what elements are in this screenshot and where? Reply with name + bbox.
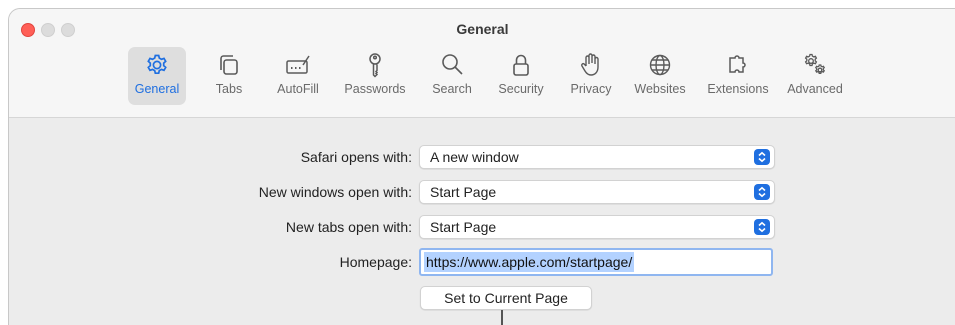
tab-search-label: Search xyxy=(432,82,472,96)
chevron-updown-icon xyxy=(754,184,770,200)
set-to-current-page-button[interactable]: Set to Current Page xyxy=(420,286,592,310)
tab-tabs[interactable]: Tabs xyxy=(208,47,250,105)
safari-opens-select[interactable]: A new window xyxy=(419,145,775,169)
tab-search[interactable]: Search xyxy=(428,47,476,105)
tab-passwords[interactable]: Passwords xyxy=(340,47,410,105)
new-tabs-row: New tabs open with: xyxy=(9,214,412,240)
autofill-icon xyxy=(282,50,314,80)
new-tabs-select[interactable]: Start Page xyxy=(419,215,775,239)
tab-security-label: Security xyxy=(498,82,544,96)
mouse-cursor xyxy=(501,310,503,325)
preferences-window: General General Tabs AutoFill Passwords … xyxy=(8,8,955,325)
new-tabs-value: Start Page xyxy=(430,219,497,235)
homepage-row: Homepage: xyxy=(9,249,412,275)
chevron-updown-icon xyxy=(754,149,770,165)
tab-extensions[interactable]: Extensions xyxy=(700,47,776,105)
window-title: General xyxy=(456,21,509,37)
search-icon xyxy=(436,50,468,80)
tab-extensions-label: Extensions xyxy=(707,82,769,96)
puzzle-icon xyxy=(722,50,754,80)
lock-icon xyxy=(505,50,537,80)
tab-advanced-label: Advanced xyxy=(787,82,843,96)
homepage-label: Homepage: xyxy=(339,254,412,270)
tab-autofill[interactable]: AutoFill xyxy=(269,47,327,105)
hand-icon xyxy=(575,50,607,80)
new-windows-select[interactable]: Start Page xyxy=(419,180,775,204)
tab-websites[interactable]: Websites xyxy=(626,47,694,105)
globe-icon xyxy=(644,50,676,80)
toolbar: General General Tabs AutoFill Passwords … xyxy=(9,9,955,118)
tabs-icon xyxy=(213,50,245,80)
tab-privacy[interactable]: Privacy xyxy=(564,47,618,105)
tab-passwords-label: Passwords xyxy=(344,82,406,96)
general-settings-panel: Safari opens with: A new window New wind… xyxy=(9,118,955,325)
new-windows-label: New windows open with: xyxy=(258,184,412,200)
new-tabs-label: New tabs open with: xyxy=(285,219,412,235)
new-windows-row: New windows open with: xyxy=(9,179,412,205)
tab-security[interactable]: Security xyxy=(491,47,551,105)
safari-opens-label: Safari opens with: xyxy=(300,149,412,165)
chevron-updown-icon xyxy=(754,219,770,235)
tab-advanced[interactable]: Advanced xyxy=(782,47,848,105)
homepage-value: https://www.apple.com/startpage/ xyxy=(424,252,635,272)
homepage-field[interactable]: https://www.apple.com/startpage/ xyxy=(419,248,773,276)
tab-autofill-label: AutoFill xyxy=(277,82,319,96)
tab-general[interactable]: General xyxy=(128,47,186,105)
gears-icon xyxy=(799,50,831,80)
safari-opens-row: Safari opens with: xyxy=(9,144,412,170)
safari-opens-value: A new window xyxy=(430,149,519,165)
new-windows-value: Start Page xyxy=(430,184,497,200)
tab-privacy-label: Privacy xyxy=(570,82,612,96)
gear-icon xyxy=(141,50,173,80)
tab-websites-label: Websites xyxy=(634,82,686,96)
tab-general-label: General xyxy=(134,82,180,96)
key-icon xyxy=(359,50,391,80)
tab-tabs-label: Tabs xyxy=(215,82,243,96)
